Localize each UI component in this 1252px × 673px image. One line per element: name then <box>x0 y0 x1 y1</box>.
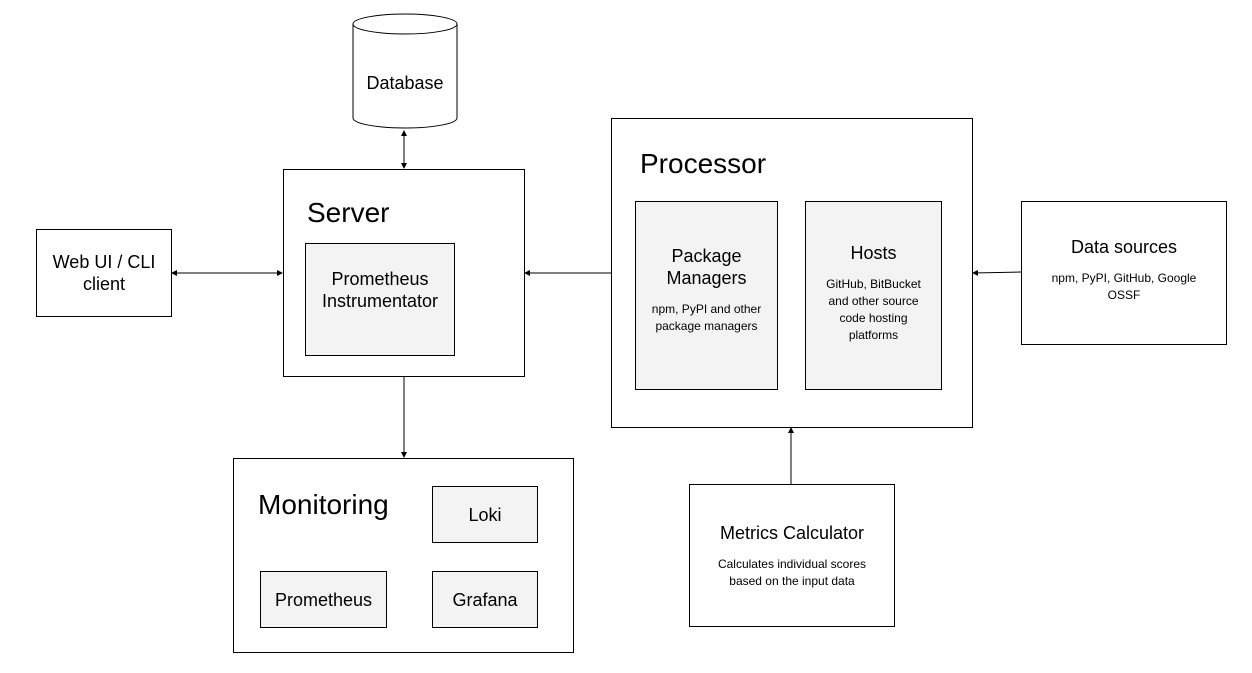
package-managers-desc: npm, PyPI and other package managers <box>651 302 762 333</box>
server-box: Server Prometheus Instrumentator <box>283 169 525 377</box>
server-title: Server <box>307 197 390 228</box>
data-sources-label: Data sources <box>1070 237 1178 257</box>
database-cylinder <box>352 13 458 129</box>
monitoring-box: Monitoring Loki Prometheus Grafana <box>233 458 574 653</box>
data-sources-desc: npm, PyPI, GitHub, Google OSSF <box>1051 271 1197 302</box>
metrics-calculator-desc: Calculates individual scores based on th… <box>717 556 867 588</box>
instrumentator-box: Prometheus Instrumentator <box>305 243 455 356</box>
package-managers-label: Package Managers <box>666 246 747 288</box>
loki-box: Loki <box>432 486 538 543</box>
metrics-calculator-label: Metrics Calculator <box>719 522 865 543</box>
instrumentator-label: Prometheus Instrumentator <box>321 268 439 311</box>
monitoring-title: Monitoring <box>258 489 389 520</box>
loki-label: Loki <box>468 504 502 525</box>
hosts-desc: GitHub, BitBucket and other source code … <box>826 277 921 342</box>
grafana-box: Grafana <box>432 571 538 628</box>
client-box: Web UI / CLI client <box>36 229 172 317</box>
architecture-diagram: Database Web UI / CLI client Server Prom… <box>0 0 1252 673</box>
prometheus-label: Prometheus <box>274 589 373 610</box>
database-label: Database <box>366 73 444 93</box>
grafana-label: Grafana <box>452 589 518 610</box>
processor-box: Processor Package Managers npm, PyPI and… <box>611 118 973 428</box>
prometheus-box: Prometheus <box>260 571 387 628</box>
arrow-datasources-processor <box>972 269 1022 276</box>
client-label: Web UI / CLI client <box>52 252 156 294</box>
hosts-box: Hosts GitHub, BitBucket and other source… <box>805 201 942 390</box>
package-managers-box: Package Managers npm, PyPI and other pac… <box>635 201 778 390</box>
metrics-calculator-box: Metrics Calculator Calculates individual… <box>689 484 895 627</box>
data-sources-box: Data sources npm, PyPI, GitHub, Google O… <box>1021 201 1227 345</box>
hosts-label: Hosts <box>850 243 897 263</box>
processor-title: Processor <box>640 148 767 179</box>
